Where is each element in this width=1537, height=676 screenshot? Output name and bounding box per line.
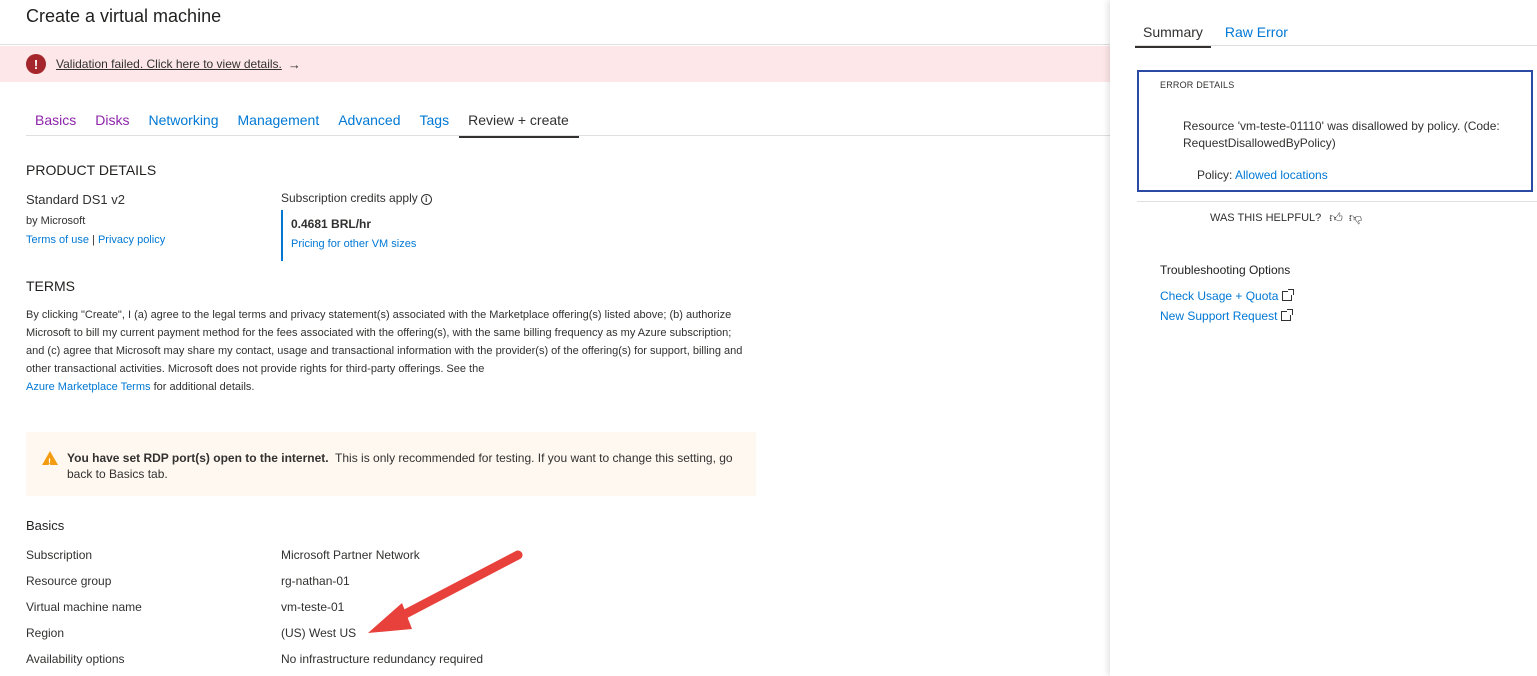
policy-row: Policy: Allowed locations [1197,168,1328,182]
thumbs-up-icon[interactable]: 👍︎ [1329,210,1343,226]
tab-tags[interactable]: Tags [411,108,460,138]
thumbs-down-icon[interactable]: 👎︎ [1349,210,1362,226]
warning-icon: ! [42,451,58,467]
new-support-request-link[interactable]: New Support Request [1160,309,1294,323]
tab-basics[interactable]: Basics [26,108,86,138]
error-details-heading: ERROR DETAILS [1160,80,1235,90]
vm-name-value: vm-teste-01 [281,600,345,614]
tab-review-create[interactable]: Review + create [459,108,579,138]
page-title: Create a virtual machine [26,6,222,26]
availability-value: No infrastructure redundancy required [281,652,484,666]
check-usage-quota-link[interactable]: Check Usage + Quota [1160,289,1295,303]
title-divider [0,44,1110,45]
pricing-link[interactable]: Pricing for other VM sizes [291,238,416,250]
check-usage-quota-label: Check Usage + Quota [1160,289,1279,303]
warning-text: You have set RDP port(s) open to the int… [67,450,747,482]
tab-advanced[interactable]: Advanced [329,108,410,138]
annotation-arrow-icon [368,550,523,633]
region-label: Region [26,626,65,640]
publisher: by Microsoft [26,215,86,227]
rdp-warning: ! You have set RDP port(s) open to the i… [26,432,756,496]
panel-tabs-divider [1135,45,1537,46]
troubleshooting-heading: Troubleshooting Options [1160,263,1291,277]
basics-heading: Basics [26,518,65,533]
price-box: 0.4681 BRL/hr Pricing for other VM sizes [281,210,416,261]
credits-label: Subscription credits apply [281,191,418,205]
warning-bold: You have set RDP port(s) open to the int… [67,451,329,465]
arrow-right-icon: → [287,56,301,72]
helpful-row: WAS THIS HELPFUL? 👍︎ 👎︎ [1210,210,1362,226]
tab-disks[interactable]: Disks [86,108,139,138]
region-value: (US) West US [281,626,357,640]
error-icon: ! [26,54,46,74]
availability-label: Availability options [26,652,125,666]
validation-banner[interactable]: ! Validation failed. Click here to view … [0,46,1110,82]
validation-details-link[interactable]: Validation failed. Click here to view de… [56,57,282,71]
tab-networking[interactable]: Networking [139,108,228,138]
error-details-panel: Summary Raw Error ERROR DETAILS Resource… [1110,0,1537,676]
error-details-box: ERROR DETAILS Resource 'vm-teste-01110' … [1137,70,1533,192]
info-icon[interactable]: i [420,194,432,205]
external-link-icon [1281,309,1294,321]
vm-size-name: Standard DS1 v2 [26,192,126,207]
terms-tail: for additional details. [153,381,255,393]
vm-name-label: Virtual machine name [26,600,142,614]
helpful-label: WAS THIS HELPFUL? [1210,212,1322,224]
helpful-divider [1137,201,1537,202]
terms-of-use-link[interactable]: Terms of use [26,234,89,246]
marketplace-terms-link[interactable]: Azure Marketplace Terms [26,381,151,393]
link-separator: | [92,234,95,246]
external-link-icon [1282,289,1295,301]
main-blade: Create a virtual machine ! Validation fa… [0,0,1110,676]
terms-heading: TERMS [26,278,75,294]
subscription-label: Subscription [26,548,93,562]
legal-links: Terms of use | Privacy policy [26,234,165,246]
hourly-price: 0.4681 BRL/hr [291,217,372,231]
tab-management[interactable]: Management [229,108,330,138]
new-support-request-label: New Support Request [1160,309,1278,323]
resource-group-value: rg-nathan-01 [281,574,350,588]
terms-text: By clicking "Create", I (a) agree to the… [26,306,746,396]
wizard-tabs: Basics Disks Networking Management Advan… [26,108,579,138]
policy-label: Policy: [1197,168,1233,182]
terms-body: By clicking "Create", I (a) agree to the… [26,309,743,375]
credits-label-row: Subscription credits apply i [281,191,432,205]
product-details-heading: PRODUCT DETAILS [26,162,157,178]
tabs-divider [26,135,1110,136]
privacy-policy-link[interactable]: Privacy policy [98,234,165,246]
resource-group-label: Resource group [26,574,112,588]
error-message: Resource 'vm-teste-01110' was disallowed… [1183,119,1500,150]
allowed-locations-link[interactable]: Allowed locations [1235,168,1328,182]
